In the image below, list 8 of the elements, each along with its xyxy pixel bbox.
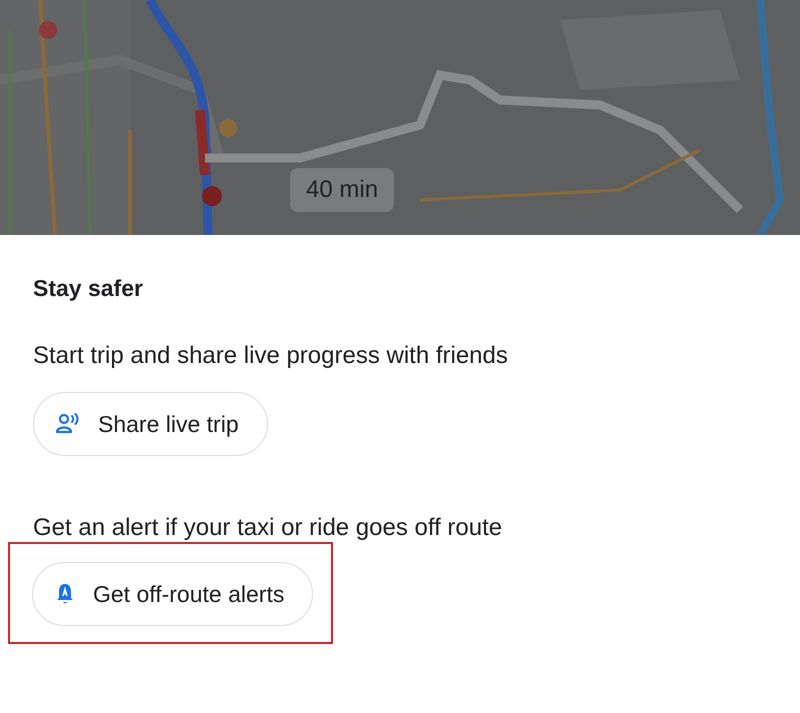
description: Start trip and share live progress with friends <box>33 342 508 370</box>
share-live-trip-button[interactable]: Share live trip <box>33 392 268 456</box>
bell-icon <box>55 582 75 606</box>
person-sharing-icon <box>56 413 80 435</box>
description: Get an alert if your taxi or ride goes off route <box>33 514 502 542</box>
off-route-alerts-button[interactable]: Get off-route alerts <box>32 562 314 626</box>
section-title: Stay safer <box>33 275 143 302</box>
eta-label: 40 min <box>290 168 394 212</box>
